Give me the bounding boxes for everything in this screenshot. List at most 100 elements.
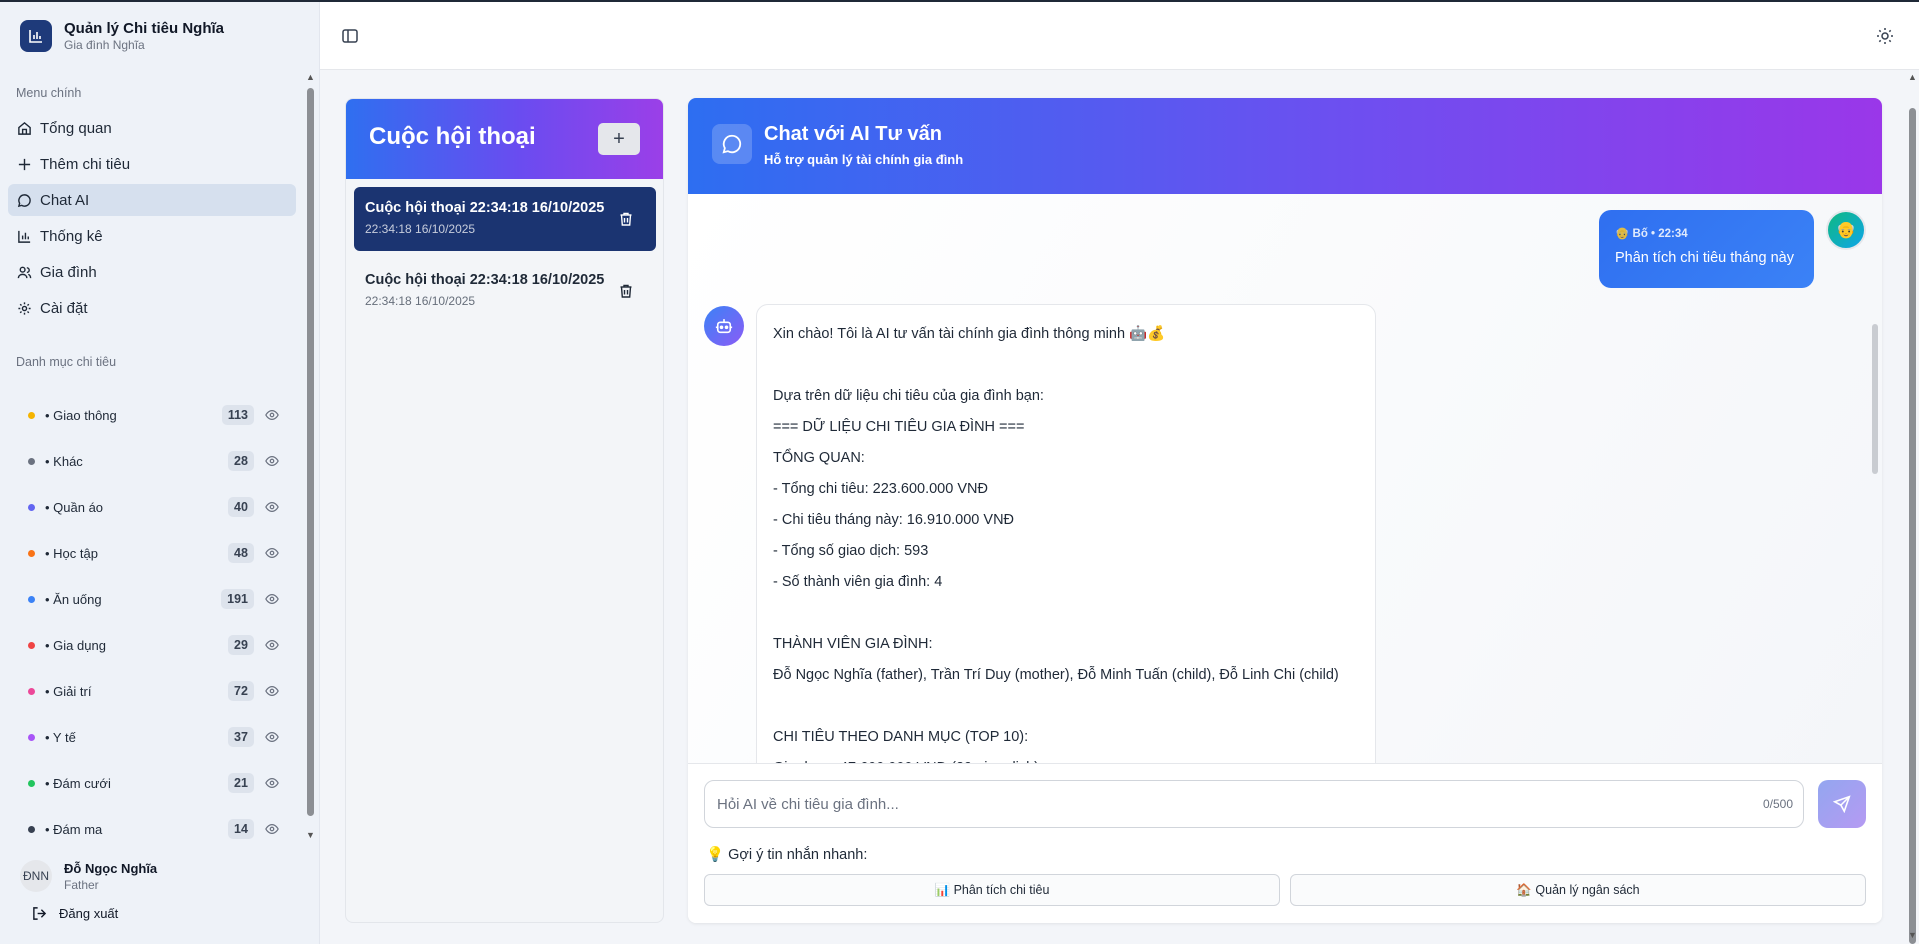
categories-section-label: Danh mục chi tiêu bbox=[16, 355, 117, 369]
bot-avatar-icon bbox=[704, 306, 744, 346]
sidebar-item-label: Thêm chi tiêu bbox=[40, 155, 131, 173]
scroll-down-arrow-icon[interactable]: ▼ bbox=[1908, 930, 1917, 940]
conversation-time: 22:34:18 16/10/2025 bbox=[365, 222, 476, 236]
suggestion-budget-button[interactable]: 🏠 Quản lý ngân sách bbox=[1290, 874, 1866, 906]
bar-chart-icon bbox=[16, 228, 32, 244]
sun-icon[interactable] bbox=[1875, 26, 1895, 46]
bot-message-line: CHI TIÊU THEO DANH MỤC (TOP 10): bbox=[773, 729, 1029, 745]
new-conversation-button[interactable]: + bbox=[598, 123, 640, 155]
category-count-badge: 21 bbox=[228, 773, 254, 793]
trash-icon[interactable] bbox=[618, 211, 634, 227]
scrollbar-thumb[interactable] bbox=[307, 88, 314, 816]
sidebar-item-label: Thống kê bbox=[40, 227, 103, 245]
sidebar-toggle-icon[interactable] bbox=[340, 26, 360, 46]
user-avatar: 👴 bbox=[1826, 210, 1866, 250]
plus-icon bbox=[16, 156, 32, 172]
bot-message-line bbox=[773, 691, 1359, 722]
conversation-item[interactable]: Cuộc hội thoại 22:34:18 16/10/2025 22:34… bbox=[354, 259, 656, 323]
sidebar-item-label: Chat AI bbox=[40, 191, 90, 209]
sidebar-item-settings[interactable]: Cài đặt bbox=[8, 292, 296, 324]
eye-icon[interactable] bbox=[265, 822, 279, 836]
category-color-dot bbox=[28, 687, 35, 695]
category-label: • Quần áo bbox=[45, 499, 104, 515]
trash-icon[interactable] bbox=[618, 283, 634, 299]
eye-icon[interactable] bbox=[265, 592, 279, 606]
category-item[interactable]: • Ăn uống 191 bbox=[16, 576, 284, 622]
category-item[interactable]: • Gia dụng 29 bbox=[16, 622, 284, 668]
users-icon bbox=[16, 264, 32, 280]
category-item[interactable]: • Đám ma 14 bbox=[16, 806, 284, 852]
category-item[interactable]: • Quần áo 40 bbox=[16, 484, 284, 530]
eye-icon[interactable] bbox=[265, 684, 279, 698]
category-label: • Khác bbox=[45, 453, 83, 469]
category-item[interactable]: • Giao thông 113 bbox=[16, 392, 284, 438]
scroll-up-arrow-icon[interactable]: ▲ bbox=[1908, 72, 1917, 82]
eye-icon[interactable] bbox=[265, 638, 279, 652]
sidebar-item-chat-ai[interactable]: Chat AI bbox=[8, 184, 296, 216]
category-color-dot bbox=[28, 733, 35, 741]
eye-icon[interactable] bbox=[265, 500, 279, 514]
category-list: • Giao thông 113 • Khác 28 • Quần áo 40 • H… bbox=[16, 392, 284, 852]
chat-messages[interactable]: 👴 Bố • 22:34 Phân tích chi tiêu tháng nà… bbox=[688, 194, 1882, 763]
eye-icon[interactable] bbox=[265, 546, 279, 560]
category-color-dot bbox=[28, 457, 35, 465]
eye-icon[interactable] bbox=[265, 454, 279, 468]
category-item[interactable]: • Khác 28 bbox=[16, 438, 284, 484]
chat-panel: Chat với AI Tư vấn Hỗ trợ quản lý tài ch… bbox=[688, 98, 1882, 923]
eye-icon[interactable] bbox=[265, 408, 279, 422]
character-counter: 0/500 bbox=[1762, 797, 1793, 811]
message-text: Phân tích chi tiêu tháng này bbox=[1615, 250, 1794, 266]
category-item[interactable]: • Giải trí 72 bbox=[16, 668, 284, 714]
bot-message-line: - Số thành viên gia đình: 4 bbox=[773, 574, 943, 590]
app-subtitle: Gia đình Nghĩa bbox=[64, 38, 145, 52]
category-item[interactable]: • Y tế 37 bbox=[16, 714, 284, 760]
scroll-down-arrow-icon[interactable]: ▼ bbox=[306, 830, 315, 840]
scrollbar-thumb[interactable] bbox=[1909, 108, 1916, 944]
send-button[interactable] bbox=[1818, 780, 1866, 828]
bot-message-line bbox=[773, 598, 1359, 629]
logout-icon bbox=[33, 907, 47, 920]
sidebar-item-statistics[interactable]: Thống kê bbox=[8, 220, 296, 252]
logout-button[interactable]: Đăng xuất bbox=[32, 906, 118, 921]
bot-message-line bbox=[773, 350, 1359, 381]
category-color-dot bbox=[28, 641, 35, 649]
user-name: Đỗ Ngọc Nghĩa bbox=[64, 860, 158, 876]
category-label: • Giải trí bbox=[45, 683, 92, 699]
chat-scrollbar-thumb[interactable] bbox=[1872, 324, 1878, 474]
category-item[interactable]: • Học tập 48 bbox=[16, 530, 284, 576]
chat-header: Chat với AI Tư vấn Hỗ trợ quản lý tài ch… bbox=[688, 98, 1882, 194]
send-icon bbox=[1833, 795, 1851, 813]
sidebar-item-family[interactable]: Gia đình bbox=[8, 256, 296, 288]
bot-message-line: Dựa trên dữ liệu chi tiêu của gia đình b… bbox=[773, 388, 1044, 404]
chat-subtitle: Hỗ trợ quản lý tài chính gia đình bbox=[764, 152, 964, 167]
category-count-badge: 29 bbox=[228, 635, 254, 655]
sidebar-item-overview[interactable]: Tổng quan bbox=[8, 112, 296, 144]
user-profile[interactable]: ĐNN Đỗ Ngọc Nghĩa Father bbox=[20, 860, 157, 892]
sidebar-scrollbar[interactable]: ▲ ▼ bbox=[305, 72, 315, 842]
main-menu: Tổng quan Thêm chi tiêu Chat AI Thống kê… bbox=[8, 112, 296, 328]
category-item[interactable]: • Đám cưới 21 bbox=[16, 760, 284, 806]
bot-message-line: THÀNH VIÊN GIA ĐÌNH: bbox=[773, 636, 933, 652]
category-count-badge: 40 bbox=[228, 497, 254, 517]
user-message: 👴 Bố • 22:34 Phân tích chi tiêu tháng nà… bbox=[1599, 210, 1814, 288]
suggestion-analyze-button[interactable]: 📊 Phân tích chi tiêu bbox=[704, 874, 1280, 906]
eye-icon[interactable] bbox=[265, 730, 279, 744]
eye-icon[interactable] bbox=[265, 776, 279, 790]
message-meta: 👴 Bố • 22:34 bbox=[1615, 228, 1688, 240]
bot-message-line: TỔNG QUAN: bbox=[773, 450, 865, 466]
category-count-badge: 72 bbox=[228, 681, 254, 701]
category-label: • Gia dụng bbox=[45, 637, 106, 653]
category-label: • Y tế bbox=[45, 729, 76, 745]
bot-message-line: Gia dụng: 47.600.000 VNĐ (29 giao dịch) bbox=[773, 753, 1359, 763]
conversations-title: Cuộc hội thoại bbox=[369, 123, 536, 150]
category-label: • Học tập bbox=[45, 545, 98, 561]
message-input[interactable] bbox=[717, 781, 1717, 827]
menu-section-label: Menu chính bbox=[16, 86, 82, 100]
brand[interactable]: Quản lý Chi tiêu Nghĩa Gia đình Nghĩa bbox=[20, 20, 224, 52]
conversation-item[interactable]: Cuộc hội thoại 22:34:18 16/10/2025 22:34… bbox=[354, 187, 656, 251]
scroll-up-arrow-icon[interactable]: ▲ bbox=[306, 72, 315, 82]
sidebar-item-add-expense[interactable]: Thêm chi tiêu bbox=[8, 148, 296, 180]
sidebar-item-label: Tổng quan bbox=[40, 119, 112, 137]
main-scrollbar[interactable]: ▲ ▼ bbox=[1905, 70, 1919, 944]
sidebar-item-label: Gia đình bbox=[40, 263, 97, 281]
